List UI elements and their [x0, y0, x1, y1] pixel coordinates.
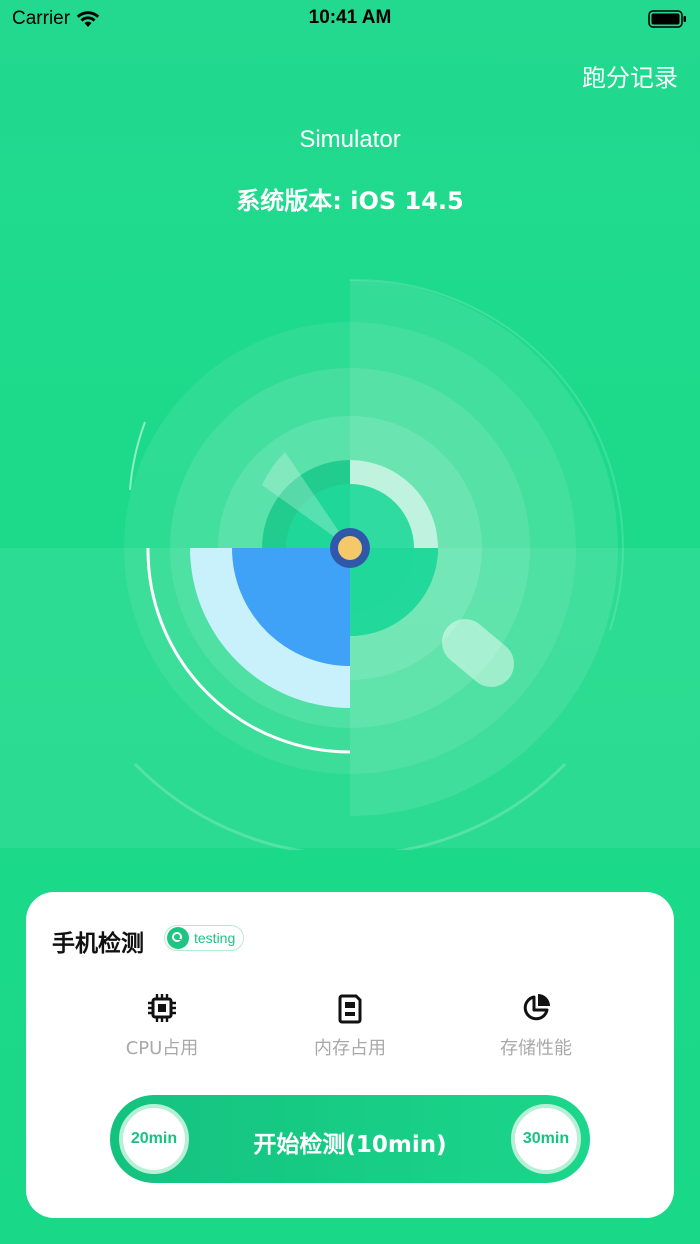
feature-cpu[interactable]: CPU占用 — [92, 992, 232, 1060]
device-name: Simulator — [299, 126, 401, 153]
cpu-icon — [148, 994, 176, 1022]
status-time: 10:41 AM — [308, 7, 392, 28]
clock-icon — [167, 927, 189, 949]
os-version: 系统版本: iOS 14.5 — [236, 187, 464, 215]
testing-badge: testing — [164, 925, 245, 951]
score-history-link[interactable]: 跑分记录 — [582, 58, 678, 93]
pie-chart-icon — [523, 994, 550, 1021]
battery-icon — [648, 9, 688, 35]
feature-memory[interactable]: 内存占用 — [280, 992, 420, 1060]
detection-card: 手机检测 testing CPU占用 内存占用 存储性能 20min 开始检测(… — [26, 892, 674, 1218]
memory-card-icon — [338, 994, 362, 1024]
feature-list: CPU占用 内存占用 存储性能 — [26, 992, 674, 1062]
option-30min-button[interactable]: 30min — [511, 1104, 581, 1174]
radar-illustration — [0, 278, 700, 850]
feature-memory-label: 内存占用 — [314, 1038, 386, 1059]
radar-center-dot — [338, 536, 362, 560]
testing-badge-label: testing — [194, 930, 236, 946]
feature-storage-label: 存储性能 — [500, 1038, 572, 1059]
feature-cpu-label: CPU占用 — [125, 1038, 199, 1059]
start-detection-bar: 20min 开始检测(10min) 30min — [110, 1095, 590, 1183]
status-bar: Carrier 10:41 AM — [0, 0, 700, 40]
feature-storage[interactable]: 存储性能 — [466, 992, 606, 1060]
card-title: 手机检测 — [52, 931, 144, 957]
